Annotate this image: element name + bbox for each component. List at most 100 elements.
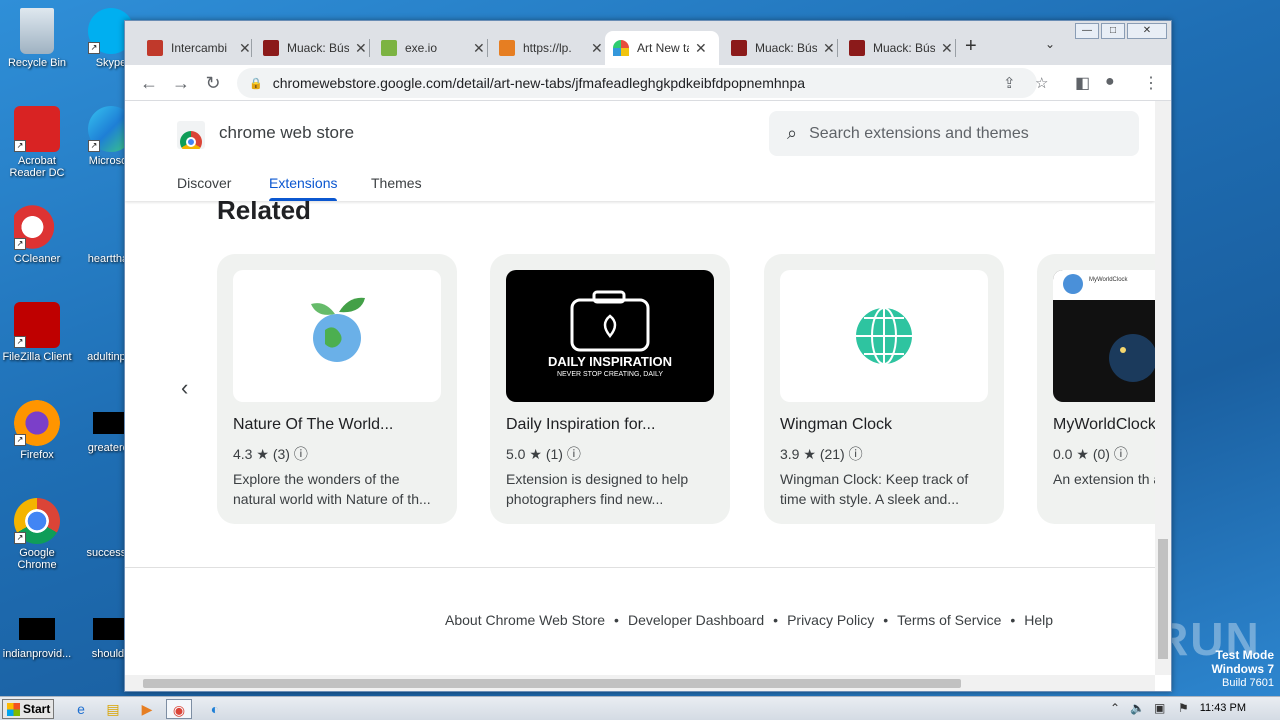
taskbar-edge-icon[interactable]: ◐ — [202, 699, 228, 719]
desktop-icon-label: CCleaner — [13, 253, 61, 265]
profile-avatar-icon[interactable]: ● — [1105, 73, 1115, 91]
footer-links: About Chrome Web Store • Developer Dashbo… — [445, 612, 1053, 628]
desktop-icon-recycle-bin[interactable]: Recycle Bin — [0, 8, 74, 69]
extension-card[interactable]: Nature Of The World... 4.3 ★ (3) ⓘ Explo… — [217, 254, 457, 524]
nav-themes[interactable]: Themes — [371, 175, 422, 191]
test-mode-notice: Test Mode Windows 7 Build 7601 — [1211, 648, 1274, 690]
horizontal-scrollbar[interactable] — [125, 675, 1155, 691]
menu-kebab-icon[interactable]: ⋮ — [1143, 73, 1159, 93]
footer-link-help[interactable]: Help — [1024, 612, 1053, 628]
start-button[interactable]: Start — [2, 699, 54, 719]
browser-toolbar: ← → ↻ 🔒 chromewebstore.google.com/detail… — [125, 65, 1171, 101]
new-tab-plus-icon[interactable]: + — [965, 35, 977, 58]
vertical-scroll-thumb[interactable] — [1158, 539, 1168, 659]
desktop-icon-acrobat[interactable]: ↗ Acrobat Reader DC — [0, 106, 74, 179]
extension-name: Nature Of The World... — [233, 416, 394, 433]
rating-count: (1) — [545, 446, 563, 462]
taskbar-chrome-icon[interactable]: ◉ — [166, 699, 192, 719]
tab-6[interactable]: Muack: Bús ✕ — [841, 31, 961, 65]
taskbar-ie-icon[interactable]: e — [68, 699, 94, 719]
extension-description: Explore the wonders of the natural world… — [233, 471, 431, 507]
forward-arrow-icon[interactable]: → — [169, 71, 193, 95]
store-title[interactable]: chrome web store — [219, 123, 354, 143]
tab-close-icon[interactable]: ✕ — [941, 40, 953, 57]
carousel-prev-chevron-icon[interactable]: ‹ — [181, 375, 188, 401]
extension-description: Wingman Clock: Keep track of time with s… — [780, 471, 969, 507]
tab-label: https://lp. — [523, 41, 572, 55]
globe-leaf-icon — [311, 297, 365, 362]
desktop-icon-label: FileZilla Client — [2, 351, 72, 363]
taskbar-explorer-icon[interactable]: ▤ — [100, 699, 126, 719]
tab-5[interactable]: Muack: Bús ✕ — [723, 31, 843, 65]
tab-close-icon[interactable]: ✕ — [239, 40, 251, 57]
taskbar-media-player-icon[interactable]: ▶ — [134, 699, 160, 719]
horizontal-scroll-thumb[interactable] — [143, 679, 961, 688]
desktop-icon-file[interactable]: indianprovid... — [0, 606, 74, 660]
action-center-flag-icon[interactable]: ⚑ — [1178, 701, 1189, 715]
tab-close-icon[interactable]: ✕ — [591, 40, 603, 57]
windows-flag-icon — [7, 703, 20, 716]
volume-icon[interactable]: 🔈 — [1130, 701, 1145, 715]
test-mode-build: Build 7601 — [1222, 677, 1274, 689]
extension-description: An extension th any time zone o — [1053, 471, 1155, 487]
info-icon[interactable]: ⓘ — [567, 446, 581, 462]
address-bar[interactable]: 🔒 chromewebstore.google.com/detail/art-n… — [237, 68, 1037, 98]
rating-count: (21) — [819, 446, 845, 462]
star-icon: ★ — [1076, 446, 1089, 462]
desktop-icon-filezilla[interactable]: ↗ FileZilla Client — [0, 302, 74, 363]
back-arrow-icon[interactable]: ← — [137, 71, 161, 95]
info-icon[interactable]: ⓘ — [1114, 446, 1128, 462]
tab-close-icon[interactable]: ✕ — [823, 40, 835, 57]
tab-close-icon[interactable]: ✕ — [473, 40, 485, 57]
tray-expand-icon[interactable]: ⌃ — [1110, 701, 1120, 715]
nav-discover[interactable]: Discover — [177, 175, 231, 191]
lock-icon: 🔒 — [249, 77, 263, 90]
maximize-button[interactable]: □ — [1101, 23, 1125, 39]
tab-3[interactable]: https://lp. ✕ — [491, 31, 611, 65]
tab-close-icon[interactable]: ✕ — [695, 40, 707, 57]
footer-link-developer-dashboard[interactable]: Developer Dashboard — [628, 612, 764, 628]
web-page: chrome web store ⌕ Search extensions and… — [125, 101, 1155, 675]
close-window-button[interactable]: ✕ — [1127, 23, 1167, 39]
info-icon[interactable]: ⓘ — [849, 446, 863, 462]
minimize-button[interactable]: — — [1075, 23, 1099, 39]
bookmark-star-icon[interactable]: ☆ — [1035, 74, 1048, 92]
star-icon: ★ — [256, 446, 269, 462]
tab-1[interactable]: Muack: Bús ✕ — [255, 31, 375, 65]
footer-link-terms[interactable]: Terms of Service — [897, 612, 1001, 628]
tab-divider — [837, 39, 838, 57]
desktop-icon-label: Recycle Bin — [7, 57, 67, 69]
tab-2[interactable]: exe.io ✕ — [373, 31, 493, 65]
tab-0[interactable]: Intercambi ✕ — [139, 31, 259, 65]
tab-search-chevron-icon[interactable]: ⌄ — [1045, 37, 1055, 51]
footer-link-privacy[interactable]: Privacy Policy — [787, 612, 874, 628]
thumbnail-subtitle: NEVER STOP CREATING, DAILY — [556, 371, 664, 378]
rating-count: (0) — [1092, 446, 1110, 462]
desktop-icon-chrome[interactable]: ↗ Google Chrome — [0, 498, 74, 571]
extension-rating: 3.9 ★ (21) ⓘ — [780, 444, 863, 464]
extension-thumbnail: DAILY INSPIRATION NEVER STOP CREATING, D… — [506, 270, 714, 402]
share-icon[interactable]: ⇪ — [1003, 74, 1016, 92]
chrome-web-store-logo-icon[interactable] — [177, 121, 205, 149]
extension-card[interactable]: MyWorldClock MyWorldClock 0.0 ★ (0) ⓘ An… — [1037, 254, 1155, 524]
tab-4-active[interactable]: Art New ta ✕ — [605, 31, 719, 65]
footer-link-about[interactable]: About Chrome Web Store — [445, 612, 605, 628]
taskbar-clock[interactable]: 11:43 PM — [1200, 702, 1246, 714]
info-icon[interactable]: ⓘ — [294, 446, 308, 462]
tab-close-icon[interactable]: ✕ — [355, 40, 367, 57]
desktop-icon-ccleaner[interactable]: ↗ CCleaner — [0, 204, 74, 265]
nav-extensions[interactable]: Extensions — [269, 175, 337, 191]
extension-card[interactable]: Wingman Clock 3.9 ★ (21) ⓘ Wingman Clock… — [764, 254, 1004, 524]
extension-card[interactable]: DAILY INSPIRATION NEVER STOP CREATING, D… — [490, 254, 730, 524]
reload-icon[interactable]: ↻ — [201, 71, 225, 95]
extension-rating: 0.0 ★ (0) ⓘ — [1053, 444, 1128, 464]
network-icon[interactable]: ▣ — [1154, 701, 1165, 715]
extension-thumbnail — [780, 270, 988, 402]
side-panel-icon[interactable]: ◧ — [1075, 73, 1090, 93]
desktop-icon-firefox[interactable]: ↗ Firefox — [0, 400, 74, 461]
globe-clock-icon — [856, 307, 912, 365]
desktop-icon-label: Skype — [95, 57, 127, 69]
search-input[interactable]: ⌕ Search extensions and themes — [769, 111, 1139, 156]
vertical-scrollbar[interactable] — [1155, 101, 1171, 675]
file-thumbnail-icon — [19, 618, 55, 640]
